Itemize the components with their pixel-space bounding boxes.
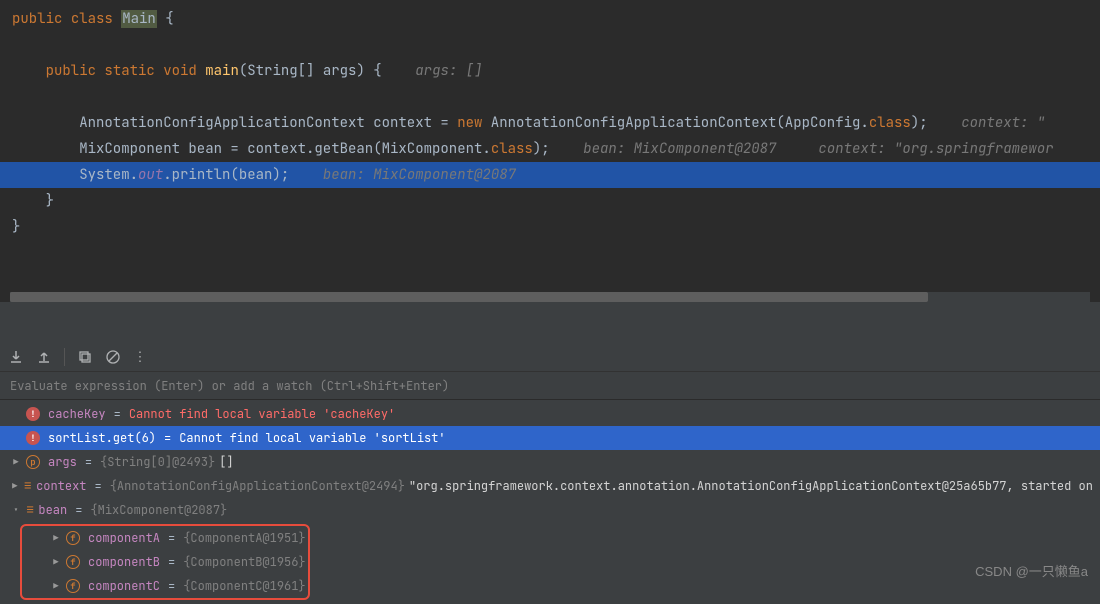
code-line: public static void main(String[] args) {…: [12, 58, 1100, 84]
collapse-icon[interactable]: ▾: [10, 504, 22, 516]
var-row-field[interactable]: ▶ f componentB = {ComponentB@1956}: [22, 550, 308, 574]
mute-icon[interactable]: [105, 349, 121, 365]
code-line: AnnotationConfigApplicationContext conte…: [12, 110, 1100, 136]
expand-icon[interactable]: ▶: [10, 480, 20, 492]
expand-icon[interactable]: ▶: [50, 532, 62, 544]
field-icon: f: [66, 579, 80, 593]
more-icon[interactable]: ⋮: [133, 349, 149, 365]
expand-icon[interactable]: ▶: [50, 580, 62, 592]
error-icon: !: [26, 431, 40, 445]
scrollbar-thumb[interactable]: [10, 292, 928, 302]
debug-toolbar: ⋮: [0, 342, 1100, 372]
var-row-error[interactable]: ! cacheKey = Cannot find local variable …: [0, 402, 1100, 426]
object-icon: ≡: [26, 501, 34, 519]
var-row-selected[interactable]: ! sortList.get(6) = Cannot find local va…: [0, 426, 1100, 450]
code-line: [12, 32, 1100, 58]
watermark: CSDN @一只懒鱼a: [975, 561, 1088, 580]
code-line: }: [12, 188, 1100, 214]
error-icon: !: [26, 407, 40, 421]
code-editor[interactable]: public class Main { public static void m…: [0, 0, 1100, 302]
var-row-field[interactable]: ▶ f componentA = {ComponentA@1951}: [22, 526, 308, 550]
code-line: public class Main {: [12, 6, 1100, 32]
param-icon: p: [26, 455, 40, 469]
panel-gap: [0, 302, 1100, 342]
var-row[interactable]: ▶ p args = {String[0]@2493} []: [0, 450, 1100, 474]
field-icon: f: [66, 531, 80, 545]
object-icon: ≡: [24, 477, 32, 495]
import-icon[interactable]: [8, 349, 24, 365]
expand-icon[interactable]: ▶: [50, 556, 62, 568]
var-row-expanded[interactable]: ▾ ≡ bean = {MixComponent@2087}: [0, 498, 1100, 522]
horizontal-scrollbar[interactable]: [10, 292, 1090, 302]
class-name: Main: [121, 10, 157, 28]
export-icon[interactable]: [36, 349, 52, 365]
code-line: MixComponent bean = context.getBean(MixC…: [12, 136, 1100, 162]
separator: [64, 348, 65, 366]
watch-expression-input[interactable]: Evaluate expression (Enter) or add a wat…: [0, 372, 1100, 400]
field-icon: f: [66, 555, 80, 569]
execution-line: System.out.println(bean); bean: MixCompo…: [0, 162, 1100, 188]
variables-panel: ! cacheKey = Cannot find local variable …: [0, 400, 1100, 604]
highlighted-fields: ▶ f componentA = {ComponentA@1951} ▶ f c…: [20, 524, 310, 600]
copy-icon[interactable]: [77, 349, 93, 365]
code-line: [12, 84, 1100, 110]
var-row-field[interactable]: ▶ f componentC = {ComponentC@1961}: [22, 574, 308, 598]
expand-icon[interactable]: ▶: [10, 456, 22, 468]
code-line: }: [12, 214, 1100, 240]
var-row[interactable]: ▶ ≡ context = {AnnotationConfigApplicati…: [0, 474, 1100, 498]
